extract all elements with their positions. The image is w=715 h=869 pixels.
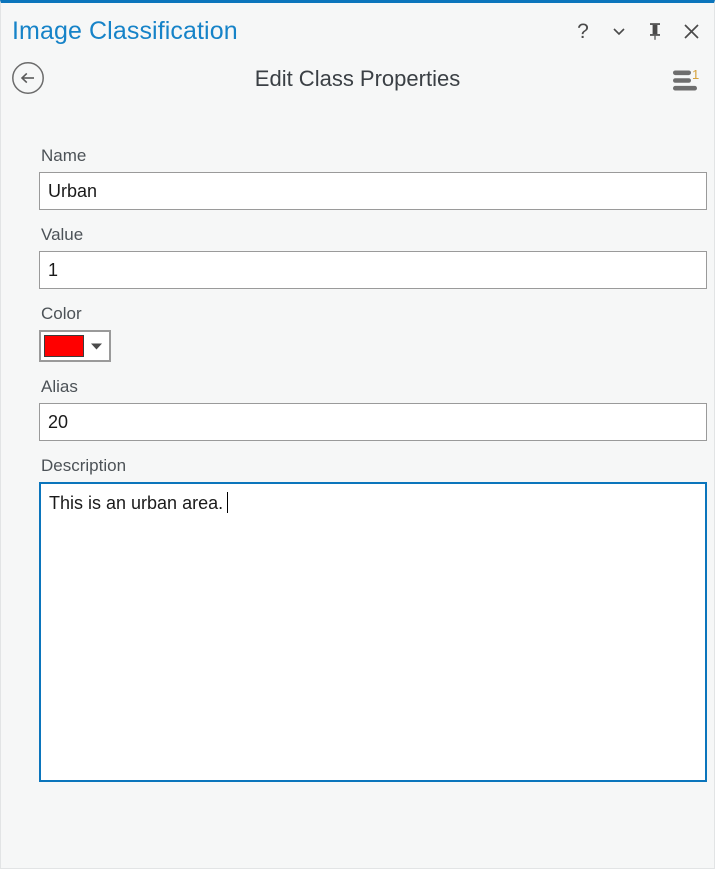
pin-icon[interactable] <box>644 20 666 42</box>
class-list-badge: 1 <box>692 67 699 82</box>
help-glyph: ? <box>577 19 589 43</box>
pane-titlebar: Image Classification ? <box>1 3 714 56</box>
close-icon[interactable] <box>680 20 702 42</box>
color-label: Color <box>41 304 82 323</box>
description-label: Description <box>41 456 127 475</box>
pane-header: Edit Class Properties 1 <box>1 56 714 110</box>
pane-title: Image Classification <box>12 17 238 45</box>
image-classification-pane: Image Classification ? Edit Class Proper… <box>0 0 715 869</box>
chevron-down-icon <box>84 342 109 351</box>
name-label: Name <box>41 146 87 165</box>
description-value: This is an urban area. <box>49 493 224 513</box>
name-input[interactable] <box>39 172 707 210</box>
description-textarea[interactable]: This is an urban area. <box>39 482 707 782</box>
value-input[interactable] <box>39 251 707 289</box>
color-swatch <box>44 335 84 357</box>
text-cursor <box>227 492 229 513</box>
alias-label: Alias <box>41 377 78 396</box>
chevron-down-icon[interactable] <box>608 20 630 42</box>
alias-input[interactable] <box>39 403 707 441</box>
help-icon[interactable]: ? <box>572 20 594 42</box>
color-picker-button[interactable] <box>39 330 111 362</box>
class-properties-form: Name Value Color Alias Description This … <box>39 146 707 782</box>
class-list-icon[interactable]: 1 <box>671 67 701 95</box>
description-text-row: This is an urban area. <box>49 491 229 515</box>
page-title: Edit Class Properties <box>254 66 461 91</box>
value-label: Value <box>41 225 84 244</box>
titlebar-actions: ? <box>572 20 702 42</box>
